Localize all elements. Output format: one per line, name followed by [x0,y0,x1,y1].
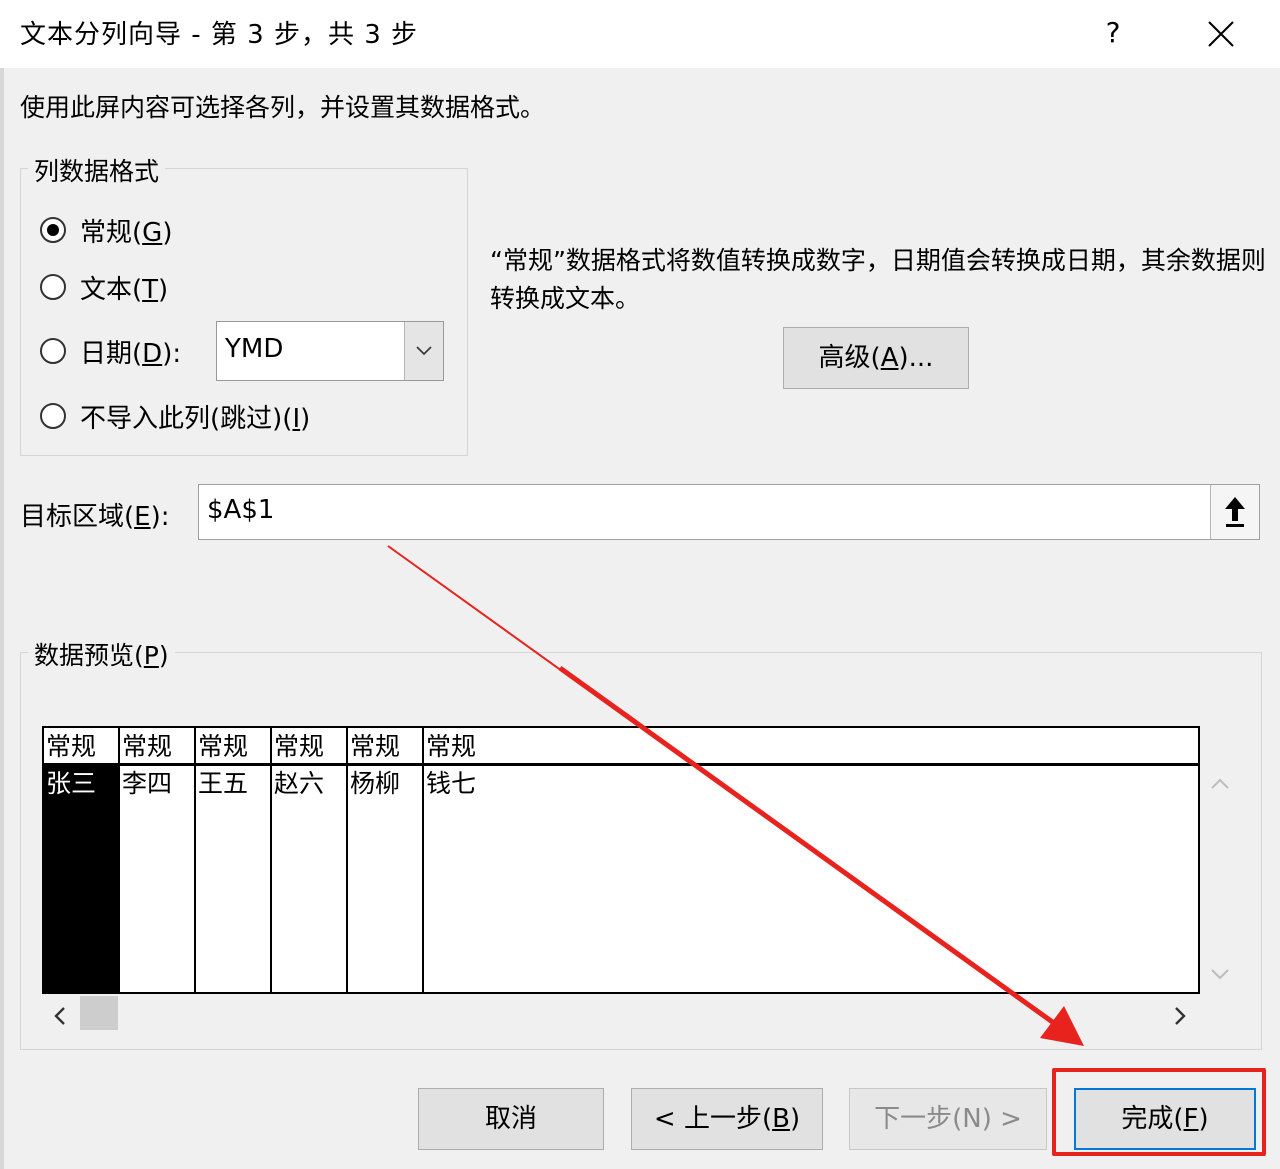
instruction-text: 使用此屏内容可选择各列，并设置其数据格式。 [20,93,546,122]
radio-text-control[interactable] [40,274,66,300]
radio-text-label: 文本(T) [80,274,169,305]
format-description: “常规”数据格式将数值转换成数字，日期值会转换成日期，其余数据则转换成文本。 [490,246,1266,313]
destination-label: 目标区域(E): [20,502,170,532]
chevron-right-icon [1175,1007,1186,1025]
radio-skip-label: 不导入此列(跳过)(I) [80,403,311,434]
radio-skip-column[interactable]: 不导入此列(跳过)(I) [40,398,310,434]
destination-input[interactable]: $A$1 [198,484,1260,540]
date-format-dropdown[interactable] [404,322,443,380]
radio-general-control[interactable] [40,217,66,243]
date-format-value: YMD [225,334,284,364]
chevron-left-icon [54,1007,65,1025]
chevron-down-icon [1211,969,1229,980]
radio-skip-control[interactable] [40,403,66,429]
help-button[interactable]: ? [1086,6,1140,60]
preview-cell[interactable]: 杨柳 [348,766,400,802]
chevron-up-icon [1211,778,1229,789]
destination-value: $A$1 [207,495,275,525]
date-format-select[interactable]: YMD [216,321,444,381]
preview-cell[interactable]: 钱七 [424,766,476,802]
column-header[interactable]: 常规 [348,728,400,764]
preview-cell[interactable]: 王五 [196,766,248,802]
cancel-button[interactable]: 取消 [418,1088,604,1150]
column-format-legend: 列数据格式 [28,152,166,188]
data-preview-grid[interactable]: 常规 常规 常规 常规 常规 常规 张三 李四 王五 赵六 杨柳 钱七 [42,726,1200,994]
column-header[interactable]: 常规 [44,728,96,764]
column-divider [194,728,196,992]
close-icon [1208,21,1234,47]
scroll-up-button[interactable] [1208,774,1232,794]
radio-general[interactable]: 常规(G) [40,212,172,248]
horizontal-scroll-thumb[interactable] [80,996,118,1030]
back-button[interactable]: < 上一步(B) [631,1088,823,1150]
preview-cell[interactable]: 李四 [120,766,172,802]
chevron-down-icon [416,346,432,356]
highlight-annotation-box [1052,1068,1266,1156]
title-bar: 文本分列向导 - 第 3 步，共 3 步 ? [0,0,1280,68]
close-button[interactable] [1190,6,1250,60]
column-header[interactable]: 常规 [120,728,172,764]
column-header[interactable]: 常规 [196,728,248,764]
radio-date[interactable]: 日期(D): [40,333,181,369]
advanced-button[interactable]: 高级(A)... [783,327,969,389]
radio-date-label: 日期(D): [80,338,182,369]
column-divider [422,728,424,992]
radio-general-label: 常规(G) [80,217,173,248]
column-divider [270,728,272,992]
next-button[interactable]: 下一步(N) > [849,1088,1047,1150]
data-preview-legend: 数据预览(P) [28,636,175,672]
column-header[interactable]: 常规 [272,728,324,764]
preview-cell[interactable]: 张三 [44,766,96,802]
dialog-title: 文本分列向导 - 第 3 步，共 3 步 [20,20,419,50]
scroll-down-button[interactable] [1208,964,1232,984]
radio-date-control[interactable] [40,338,66,364]
upload-arrow-icon [1225,497,1245,527]
column-divider [346,728,348,992]
column-header[interactable]: 常规 [424,728,476,764]
preview-cell[interactable]: 赵六 [272,766,324,802]
scroll-left-button[interactable] [50,1004,70,1028]
collapse-dialog-button[interactable] [1210,485,1259,539]
window-border [0,68,4,1169]
scroll-right-button[interactable] [1170,1004,1190,1028]
column-divider [118,728,120,992]
radio-text[interactable]: 文本(T) [40,269,168,305]
